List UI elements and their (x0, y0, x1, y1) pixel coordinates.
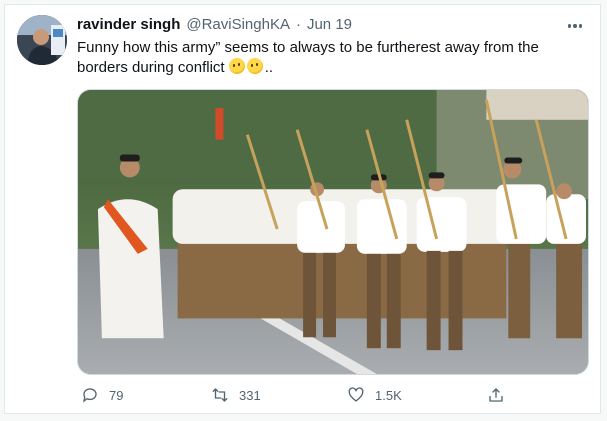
tweet-text: Funny how this army” seems to always to … (77, 38, 577, 78)
like-button[interactable]: 1.5K (347, 386, 402, 404)
tweet-media-photo[interactable] (77, 89, 589, 375)
photo-marching-cadets (78, 90, 588, 374)
share-icon (489, 388, 503, 402)
tweet-card[interactable]: ravinder singh @RaviSinghKA · Jun 19 Fun… (4, 4, 601, 414)
reply-button[interactable]: 79 (81, 386, 123, 404)
author-name[interactable]: ravinder singh (77, 16, 180, 33)
like-count: 1.5K (375, 387, 402, 403)
separator-dot: · (295, 16, 301, 33)
tweet-body: Funny how this army” seems to always to … (77, 39, 539, 76)
tweet-actions: 79 331 1.5K (77, 383, 587, 407)
tweet-text-suffix: .. (264, 59, 274, 76)
avatar[interactable] (17, 15, 67, 65)
thinking-face-emoji-icon (246, 58, 263, 74)
tweet-date[interactable]: Jun 19 (307, 16, 352, 33)
thinking-face-emoji-icon (228, 58, 245, 74)
author-handle[interactable]: @RaviSinghKA (186, 16, 290, 33)
retweet-icon (212, 388, 228, 402)
retweet-count: 331 (239, 387, 261, 403)
reply-count: 79 (109, 387, 124, 403)
reply-icon (82, 388, 97, 403)
retweet-button[interactable]: 331 (211, 386, 261, 404)
tweet-header: ravinder singh @RaviSinghKA · Jun 19 (77, 16, 560, 36)
heart-icon (348, 387, 364, 402)
more-horizontal-icon[interactable] (564, 17, 586, 35)
share-button[interactable] (487, 386, 505, 404)
